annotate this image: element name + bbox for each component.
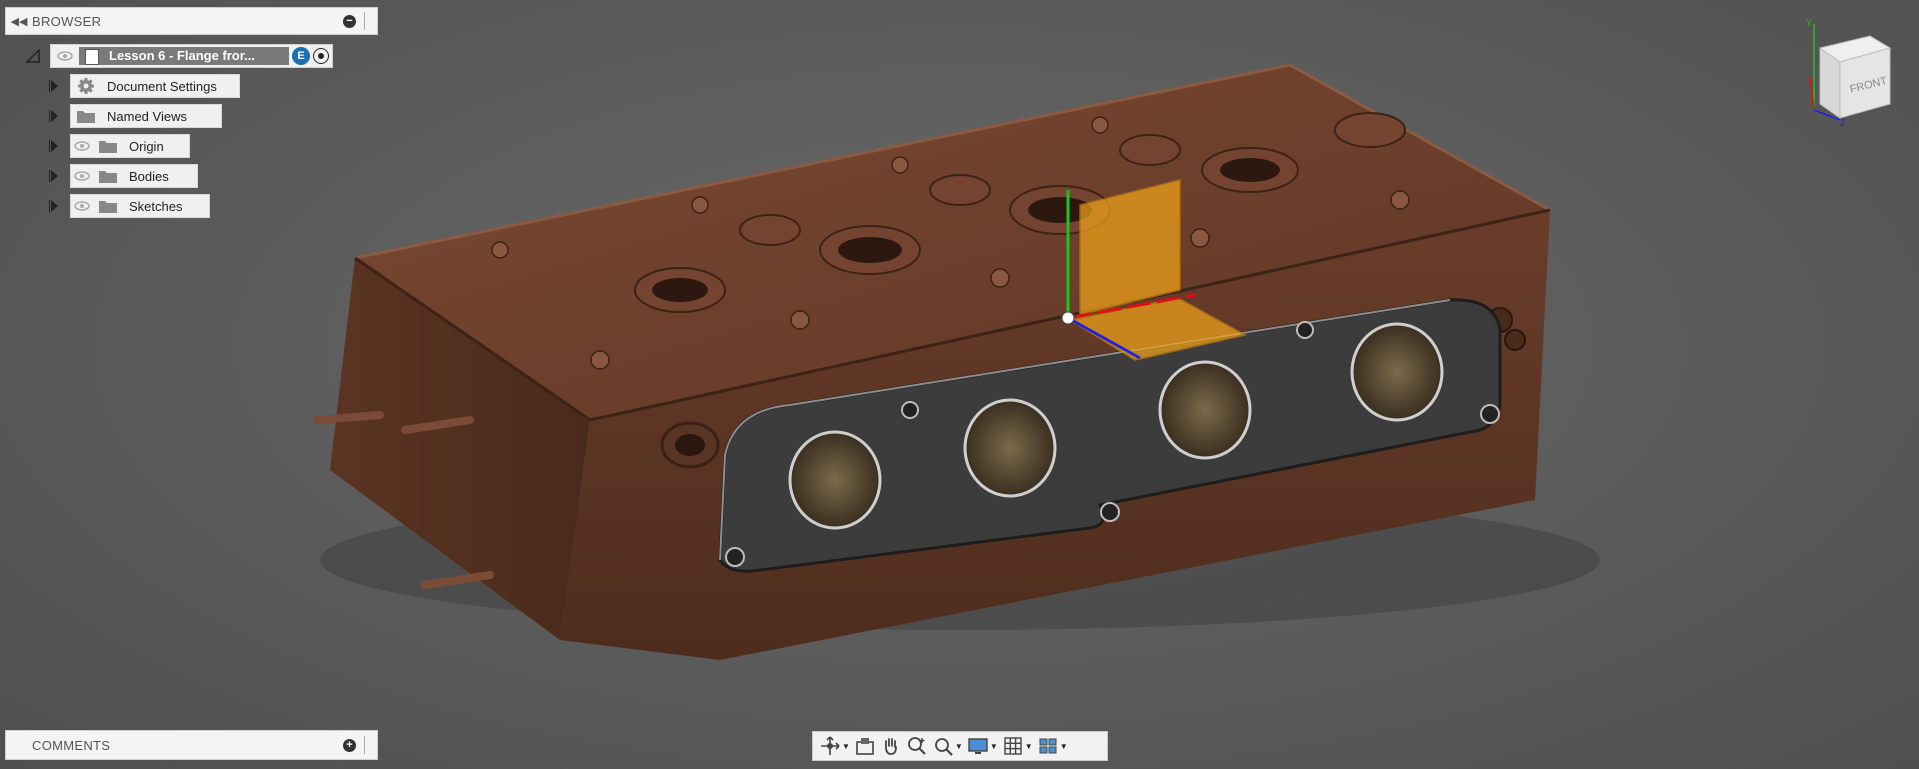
display-settings-icon[interactable]: ▼ [967,734,998,758]
3d-viewport[interactable] [0,0,1919,769]
eye-icon[interactable] [71,195,93,217]
folder-icon [97,137,119,155]
orbit-icon[interactable]: ▼ [819,734,850,758]
eye-icon[interactable] [71,165,93,187]
comments-header[interactable]: COMMENTS + [5,730,378,760]
view-cube[interactable]: Y Z FRONT [1800,18,1900,128]
tree-item-origin[interactable]: Origin [48,134,190,158]
document-name-label[interactable]: Lesson 6 - Flange fror... [79,47,289,65]
zoom-icon[interactable] [906,734,928,758]
panel-pin-icon[interactable] [364,12,375,30]
tree-item-bodies[interactable]: Bodies [48,164,198,188]
grid-icon[interactable]: ▼ [1002,734,1033,758]
tree-item-label: Origin [129,138,164,154]
double-left-arrow-icon[interactable]: ◀◀ [6,15,32,28]
folder-icon [97,167,119,185]
tree-item-label: Sketches [129,198,183,214]
document-icon [85,49,99,65]
view-cube-z-label: Z [1840,118,1846,128]
activate-target-icon[interactable] [313,48,329,64]
minimize-icon[interactable]: − [343,14,356,28]
expand-arrow-icon[interactable] [48,169,60,183]
view-cube-y-label: Y [1806,18,1812,28]
collapse-tree-icon[interactable] [26,49,40,63]
tree-item-document-settings[interactable]: Document Settings [48,74,240,98]
look-at-icon[interactable] [854,734,876,758]
add-comment-icon[interactable]: + [343,738,356,752]
browser-root-row[interactable]: Lesson 6 - Flange fror... E [50,44,333,68]
pan-icon[interactable] [880,734,902,758]
fit-icon[interactable]: ▼ [932,734,963,758]
expand-arrow-icon[interactable] [48,79,60,93]
edit-badge-icon[interactable]: E [292,47,310,65]
folder-icon [75,107,97,125]
navigation-toolbar: ▼ ▼ ▼ ▼ ▼ [812,731,1108,761]
gear-icon [75,77,97,95]
eye-icon[interactable] [71,135,93,157]
eye-icon[interactable] [54,45,76,67]
panel-pin-icon[interactable] [364,736,375,754]
browser-title: BROWSER [32,13,102,29]
tree-item-label: Document Settings [107,78,217,94]
viewports-icon[interactable]: ▼ [1037,734,1068,758]
tree-item-named-views[interactable]: Named Views [48,104,222,128]
tree-item-label: Bodies [129,168,169,184]
expand-arrow-icon[interactable] [48,139,60,153]
browser-header[interactable]: ◀◀ BROWSER − [5,7,378,35]
comments-title: COMMENTS [32,737,111,753]
browser-root-node[interactable]: Lesson 6 - Flange fror... E [50,44,333,68]
folder-icon [97,197,119,215]
expand-arrow-icon[interactable] [48,199,60,213]
tree-item-sketches[interactable]: Sketches [48,194,210,218]
tree-item-label: Named Views [107,108,187,124]
expand-arrow-icon[interactable] [48,109,60,123]
